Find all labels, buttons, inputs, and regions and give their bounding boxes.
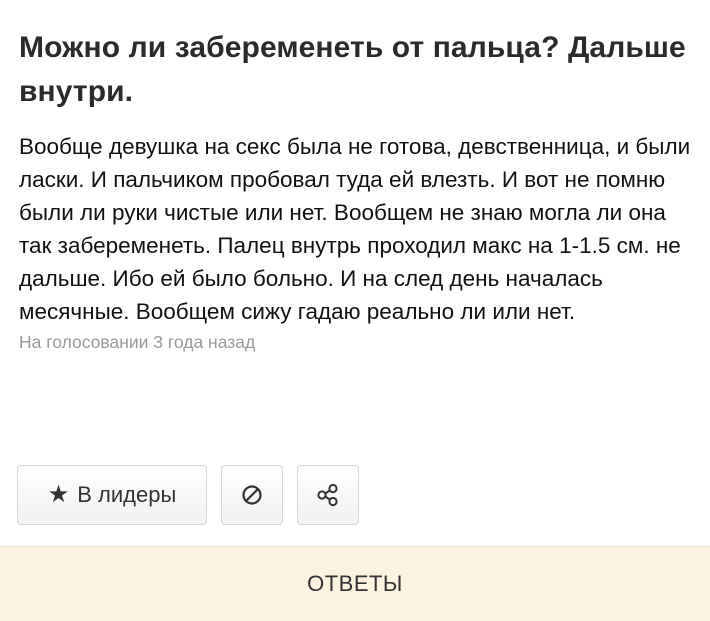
question-card: Можно ли забеременеть от пальца? Дальше … bbox=[19, 26, 691, 354]
action-buttons: ★ В лидеры bbox=[17, 465, 359, 525]
block-icon bbox=[242, 485, 262, 505]
answers-label: ОТВЕТЫ bbox=[307, 571, 403, 596]
star-icon: ★ bbox=[47, 481, 70, 508]
question-body: Вообще девушка на секс была не готова, д… bbox=[19, 134, 691, 324]
share-icon bbox=[317, 483, 338, 507]
to-leaders-button[interactable]: ★ В лидеры bbox=[17, 465, 207, 525]
question-title: Можно ли забеременеть от пальца? Дальше … bbox=[19, 31, 686, 108]
question-meta: На голосовании 3 года назад bbox=[19, 332, 256, 352]
to-leaders-label: В лидеры bbox=[77, 482, 177, 507]
share-button[interactable] bbox=[297, 465, 359, 525]
block-button[interactable] bbox=[221, 465, 283, 525]
answers-tab[interactable]: ОТВЕТЫ bbox=[0, 546, 710, 621]
